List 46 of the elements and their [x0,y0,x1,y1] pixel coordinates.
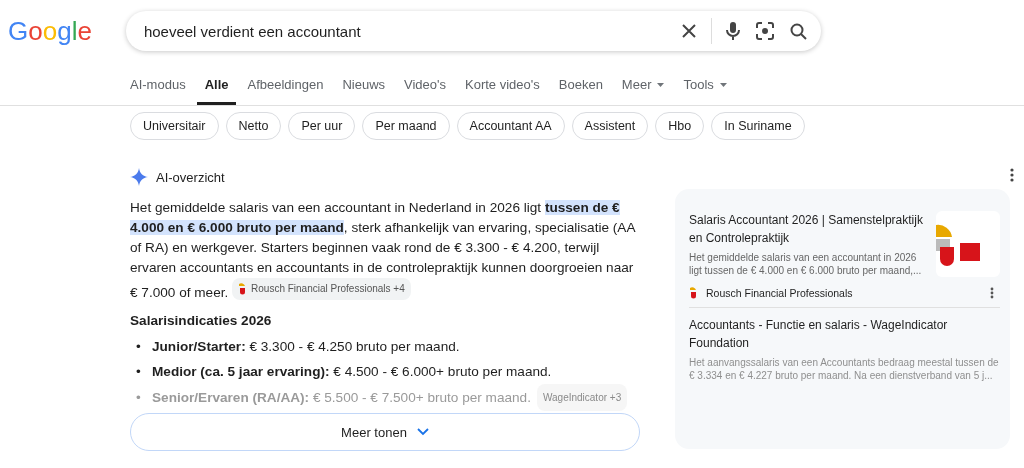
filter-chip[interactable]: Per uur [288,112,356,140]
bullet: • [136,363,142,381]
site-name[interactable]: Rousch Financial Professionals [706,287,982,299]
filter-chip[interactable]: Assistent [571,112,649,140]
overview-paragraph: Het gemiddelde salaris van een accountant in Nederland in 2026 ligt tussen de € 4.000 en € 6.000 bruto per maand, sterk afhankelijk van ervaring, specialisatie (AA of RA) en werkgever. Starters beginnen vaak rond de € 3.300 - € 4.200, terwijl ervaren accountants en accountants in de controlepraktijk kunnen doorgroeien naar € 7.000 of meer. Rousch Financial Professionals +4 [130,199,637,302]
filter-chip[interactable]: Hbo [655,112,705,140]
nav-tab[interactable]: Video's [396,73,454,105]
google-logo[interactable]: Google [5,13,95,49]
more-options-icon[interactable] [1010,168,1014,182]
more-options-icon[interactable] [990,287,994,299]
chevron-down-icon [416,428,429,436]
salary-item: Senior/Ervaren (RA/AA): € 5.500 - € 7.500+ bruto per maand. [152,389,531,407]
site-icon [238,283,248,295]
source-snippet: Het gemiddelde salaris van een accountant in 2026 ligt tussen de € 4.000 en € 6.000 bruto per maand,... [689,251,923,277]
nav-tab[interactable]: Meer [613,73,673,105]
nav-tab[interactable]: Nieuws [334,73,393,105]
bullet: • [136,389,142,407]
salary-item: Junior/Starter: € 3.300 - € 4.250 bruto per maand. [152,338,460,356]
show-more-button[interactable]: Meer tonen [130,413,640,451]
filter-chip[interactable]: In Suriname [711,112,805,140]
filter-chip[interactable]: Per maand [362,112,450,140]
search-icon[interactable] [789,22,807,40]
logo-thumbnail-drawing [936,211,1000,277]
nav-tab[interactable]: Alle [196,73,237,105]
search-field[interactable]: hoeveel verdient een accountant [141,21,665,41]
nav-tab[interactable]: Boeken [550,73,611,105]
nav-tab[interactable]: AI-modus [122,73,194,105]
source-snippet: Het aanvangssalaris van een Accountants bedraag meestal tussen de € 3.334 en € 4.227 bruto per maand. Na een dienstverband van 5 j... [689,356,1000,382]
sparkle-icon [130,168,148,186]
nav-tab[interactable]: Korte video's [457,73,548,105]
microphone-icon[interactable] [725,21,740,41]
filter-chip[interactable]: Accountant AA [456,112,565,140]
camera-icon[interactable] [755,22,774,40]
source-title[interactable]: Accountants - Functie en salaris - WageIndicator Foundation [689,316,1000,352]
filter-chip[interactable]: Universitair [130,112,219,140]
filter-chip[interactable]: Netto [225,112,282,140]
close-icon[interactable] [680,23,697,39]
site-icon [689,287,698,299]
source-title[interactable]: Salaris Accountant 2026 | Samenstelpraktijk en Controlepraktijk [689,211,928,247]
section-title: AI-overzicht [156,169,225,185]
nav-tab[interactable]: Tools [675,73,735,105]
salary-item: Medior (ca. 5 jaar ervaring): € 4.500 - € 6.000+ bruto per maand. [152,363,552,381]
section-heading: Salarisindicaties 2026 [130,313,273,328]
source-chip[interactable]: Rousch Financial Professionals +4 [232,278,411,300]
bullet: • [136,338,142,356]
nav-tab[interactable]: Afbeeldingen [239,73,332,105]
